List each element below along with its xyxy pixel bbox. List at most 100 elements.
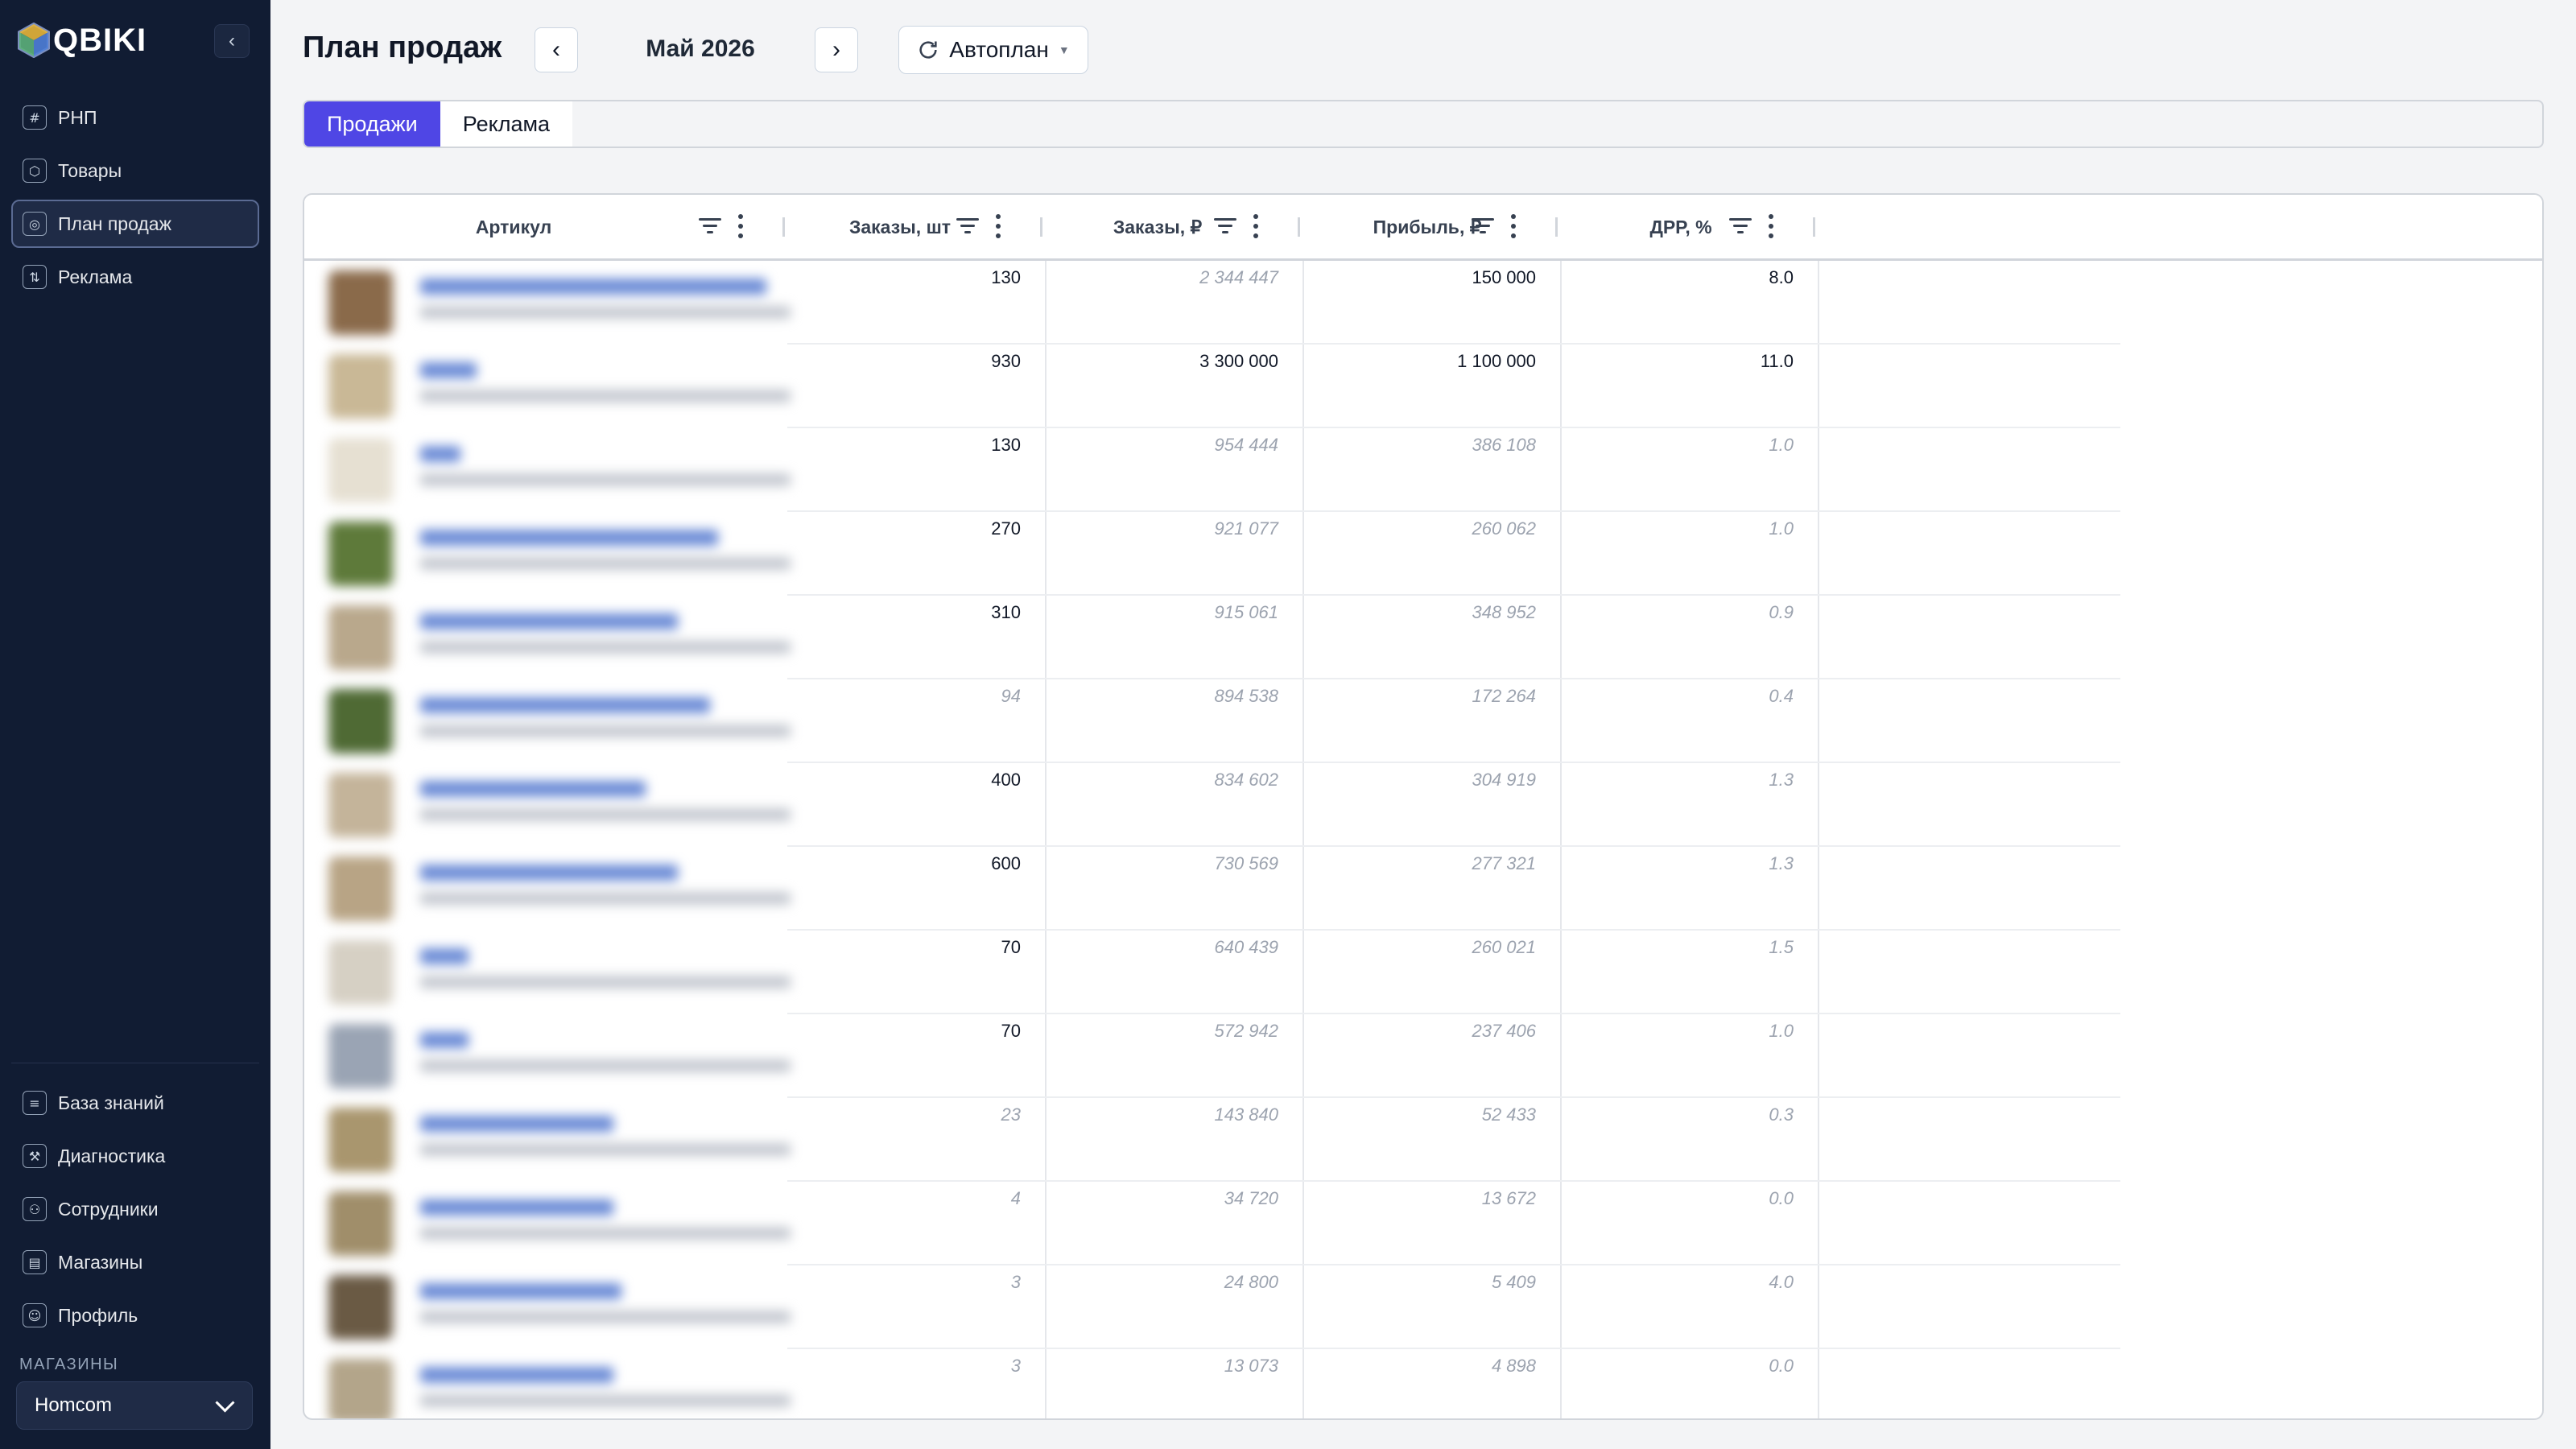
sidebar-item-sales-plan[interactable]: ◎ План продаж [11, 200, 259, 248]
article-link[interactable] [420, 865, 678, 881]
profit-cell[interactable]: 13 672 [1319, 1188, 1536, 1209]
orders-rub-cell[interactable]: 834 602 [1061, 770, 1278, 791]
table-row[interactable]: 3 13 073 4 898 0.0 [304, 1349, 2542, 1418]
orders-qty-cell[interactable]: 270 [803, 518, 1021, 539]
sidebar-item-rnp[interactable]: # РНП [11, 93, 259, 142]
orders-rub-cell[interactable]: 730 569 [1061, 853, 1278, 874]
article-link[interactable] [420, 948, 469, 964]
table-row[interactable]: 23 143 840 52 433 0.3 [304, 1098, 2542, 1182]
more-vertical-icon[interactable] [1768, 214, 1774, 238]
orders-rub-cell[interactable]: 640 439 [1061, 937, 1278, 958]
orders-rub-cell[interactable]: 24 800 [1061, 1272, 1278, 1293]
drr-cell[interactable]: 0.4 [1576, 686, 1794, 707]
article-link[interactable] [420, 1199, 613, 1216]
table-row[interactable]: 4 34 720 13 672 0.0 [304, 1182, 2542, 1265]
orders-qty-cell[interactable]: 4 [803, 1188, 1021, 1209]
sidebar-item-diagnostics[interactable]: ⚒ Диагностика [11, 1132, 259, 1180]
filter-icon[interactable] [1729, 217, 1752, 236]
article-link[interactable] [420, 530, 718, 546]
profit-cell[interactable]: 260 062 [1319, 518, 1536, 539]
table-row[interactable]: 600 730 569 277 321 1.3 [304, 847, 2542, 931]
column-divider[interactable] [1813, 217, 1815, 237]
orders-qty-cell[interactable]: 3 [803, 1356, 1021, 1377]
more-vertical-icon[interactable] [995, 214, 1001, 238]
sidebar-item-ads[interactable]: ⇅ Реклама [11, 253, 259, 301]
autoplan-button[interactable]: Автоплан ▼ [898, 26, 1088, 74]
profit-cell[interactable]: 386 108 [1319, 435, 1536, 456]
orders-qty-cell[interactable]: 130 [803, 435, 1021, 456]
filter-icon[interactable] [1472, 217, 1494, 236]
article-link[interactable] [420, 279, 766, 295]
article-link[interactable] [420, 613, 678, 630]
orders-qty-cell[interactable]: 23 [803, 1104, 1021, 1125]
article-link[interactable] [420, 1283, 621, 1299]
profit-cell[interactable]: 260 021 [1319, 937, 1536, 958]
filter-icon[interactable] [699, 217, 721, 236]
profit-cell[interactable]: 1 100 000 [1319, 351, 1536, 372]
table-row[interactable]: 70 640 439 260 021 1.5 [304, 931, 2542, 1014]
orders-qty-cell[interactable]: 600 [803, 853, 1021, 874]
prev-month-button[interactable]: ‹ [535, 27, 578, 72]
profit-cell[interactable]: 237 406 [1319, 1021, 1536, 1042]
orders-rub-cell[interactable]: 921 077 [1061, 518, 1278, 539]
drr-cell[interactable]: 11.0 [1576, 351, 1794, 372]
table-row[interactable]: 400 834 602 304 919 1.3 [304, 763, 2542, 847]
collapse-sidebar-button[interactable]: ‹ [214, 24, 250, 58]
article-link[interactable] [420, 697, 710, 713]
orders-qty-cell[interactable]: 930 [803, 351, 1021, 372]
drr-cell[interactable]: 1.0 [1576, 518, 1794, 539]
orders-rub-cell[interactable]: 954 444 [1061, 435, 1278, 456]
drr-cell[interactable]: 0.3 [1576, 1104, 1794, 1125]
profit-cell[interactable]: 348 952 [1319, 602, 1536, 623]
sidebar-item-stores[interactable]: ▤ Магазины [11, 1238, 259, 1286]
orders-rub-cell[interactable]: 13 073 [1061, 1356, 1278, 1377]
orders-qty-cell[interactable]: 130 [803, 267, 1021, 288]
column-divider[interactable] [1040, 217, 1042, 237]
drr-cell[interactable]: 1.5 [1576, 937, 1794, 958]
column-divider[interactable] [1555, 217, 1558, 237]
next-month-button[interactable]: › [815, 27, 858, 72]
drr-cell[interactable]: 0.0 [1576, 1356, 1794, 1377]
drr-cell[interactable]: 1.0 [1576, 1021, 1794, 1042]
profit-cell[interactable]: 52 433 [1319, 1104, 1536, 1125]
article-link[interactable] [420, 362, 477, 378]
orders-rub-cell[interactable]: 915 061 [1061, 602, 1278, 623]
article-link[interactable] [420, 781, 646, 797]
filter-icon[interactable] [1214, 217, 1236, 236]
profit-cell[interactable]: 172 264 [1319, 686, 1536, 707]
drr-cell[interactable]: 0.0 [1576, 1188, 1794, 1209]
sidebar-item-knowledge-base[interactable]: ≡ База знаний [11, 1079, 259, 1127]
tab-ads[interactable]: Реклама [440, 101, 573, 147]
orders-rub-cell[interactable]: 572 942 [1061, 1021, 1278, 1042]
article-link[interactable] [420, 446, 460, 462]
drr-cell[interactable]: 4.0 [1576, 1272, 1794, 1293]
table-row[interactable]: 94 894 538 172 264 0.4 [304, 679, 2542, 763]
orders-qty-cell[interactable]: 94 [803, 686, 1021, 707]
table-row[interactable]: 130 954 444 386 108 1.0 [304, 428, 2542, 512]
orders-rub-cell[interactable]: 3 300 000 [1061, 351, 1278, 372]
orders-qty-cell[interactable]: 70 [803, 937, 1021, 958]
orders-qty-cell[interactable]: 3 [803, 1272, 1021, 1293]
orders-qty-cell[interactable]: 310 [803, 602, 1021, 623]
tab-sales[interactable]: Продажи [304, 101, 440, 147]
column-header-article[interactable]: Артикул [304, 195, 723, 259]
profit-cell[interactable]: 304 919 [1319, 770, 1536, 791]
orders-rub-cell[interactable]: 34 720 [1061, 1188, 1278, 1209]
drr-cell[interactable]: 1.3 [1576, 770, 1794, 791]
more-vertical-icon[interactable] [1510, 214, 1517, 238]
table-row[interactable]: 310 915 061 348 952 0.9 [304, 596, 2542, 679]
article-link[interactable] [420, 1116, 613, 1132]
profit-cell[interactable]: 5 409 [1319, 1272, 1536, 1293]
orders-rub-cell[interactable]: 2 344 447 [1061, 267, 1278, 288]
logo[interactable]: QBIKI [18, 19, 147, 61]
article-link[interactable] [420, 1367, 613, 1383]
filter-icon[interactable] [956, 217, 979, 236]
drr-cell[interactable]: 1.3 [1576, 853, 1794, 874]
sidebar-item-profile[interactable]: ☺ Профиль [11, 1291, 259, 1340]
profit-cell[interactable]: 150 000 [1319, 267, 1536, 288]
more-vertical-icon[interactable] [1253, 214, 1259, 238]
drr-cell[interactable]: 1.0 [1576, 435, 1794, 456]
drr-cell[interactable]: 0.9 [1576, 602, 1794, 623]
table-row[interactable]: 130 2 344 447 150 000 8.0 [304, 261, 2542, 345]
orders-qty-cell[interactable]: 70 [803, 1021, 1021, 1042]
